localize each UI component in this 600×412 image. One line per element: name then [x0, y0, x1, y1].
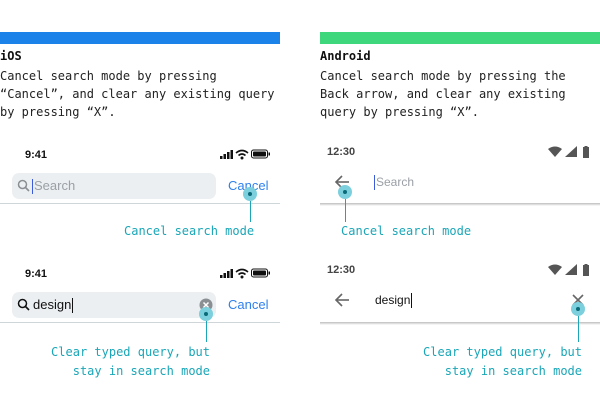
ios-clear-leader — [206, 321, 207, 342]
ios-search-field[interactable]: Search — [12, 173, 216, 199]
wifi-icon — [548, 264, 562, 275]
ios-clear-marker — [199, 307, 213, 321]
ios-status-time-2: 9:41 — [25, 268, 48, 280]
android-status-time-2: 12:30 — [327, 264, 356, 276]
ios-search-field-2[interactable]: design — [12, 292, 216, 318]
ios-search-placeholder: Search — [32, 178, 76, 195]
android-search-query[interactable]: design — [375, 293, 413, 309]
ios-cancel-marker — [243, 187, 257, 201]
search-icon — [17, 298, 30, 311]
signal-icon — [565, 264, 577, 275]
battery-icon — [583, 264, 589, 276]
signal-icon — [220, 150, 233, 159]
battery-icon — [251, 268, 270, 278]
android-toolbar-shadow-1 — [320, 203, 600, 206]
battery-icon — [251, 149, 270, 159]
ios-description: Cancel search mode by pressing “Cancel”,… — [0, 69, 275, 119]
android-callout-clear: Clear typed query, but stay in search mo… — [423, 345, 582, 378]
signal-icon — [565, 146, 577, 157]
ios-status-time: 9:41 — [25, 149, 48, 161]
android-back-marker — [338, 185, 352, 199]
ios-callout-clear: Clear typed query, but stay in search mo… — [51, 345, 210, 378]
android-heading: Android — [320, 49, 371, 63]
android-description: Cancel search mode by pressing the Back … — [320, 69, 566, 119]
ios-cancel-button-2[interactable]: Cancel — [228, 297, 268, 312]
ios-divider-2 — [0, 322, 280, 323]
ios-status-icons-2 — [220, 267, 270, 279]
android-status-icons — [548, 146, 592, 158]
android-toolbar-shadow-2 — [320, 322, 600, 325]
ios-status-icons — [220, 148, 270, 160]
wifi-icon — [548, 146, 562, 157]
android-color-bar — [320, 32, 600, 44]
search-icon — [17, 179, 30, 192]
battery-icon — [583, 146, 589, 158]
android-close-leader — [578, 316, 579, 342]
ios-heading: iOS — [0, 49, 22, 63]
android-status-time: 12:30 — [327, 146, 356, 158]
ios-search-query: design — [33, 297, 74, 314]
ios-color-bar — [0, 32, 280, 44]
ios-cancel-leader — [250, 201, 251, 222]
signal-icon — [220, 269, 233, 278]
android-callout-back: Cancel search mode — [341, 224, 472, 238]
ios-callout-cancel: Cancel search mode — [124, 224, 255, 238]
wifi-icon — [235, 268, 249, 279]
android-search-placeholder[interactable]: Search — [374, 175, 414, 191]
wifi-icon — [235, 149, 249, 160]
android-close-marker — [571, 302, 585, 316]
back-arrow-icon[interactable] — [334, 293, 350, 307]
android-back-leader — [345, 199, 346, 222]
ios-divider-1 — [0, 203, 280, 204]
android-status-icons-2 — [548, 264, 592, 276]
